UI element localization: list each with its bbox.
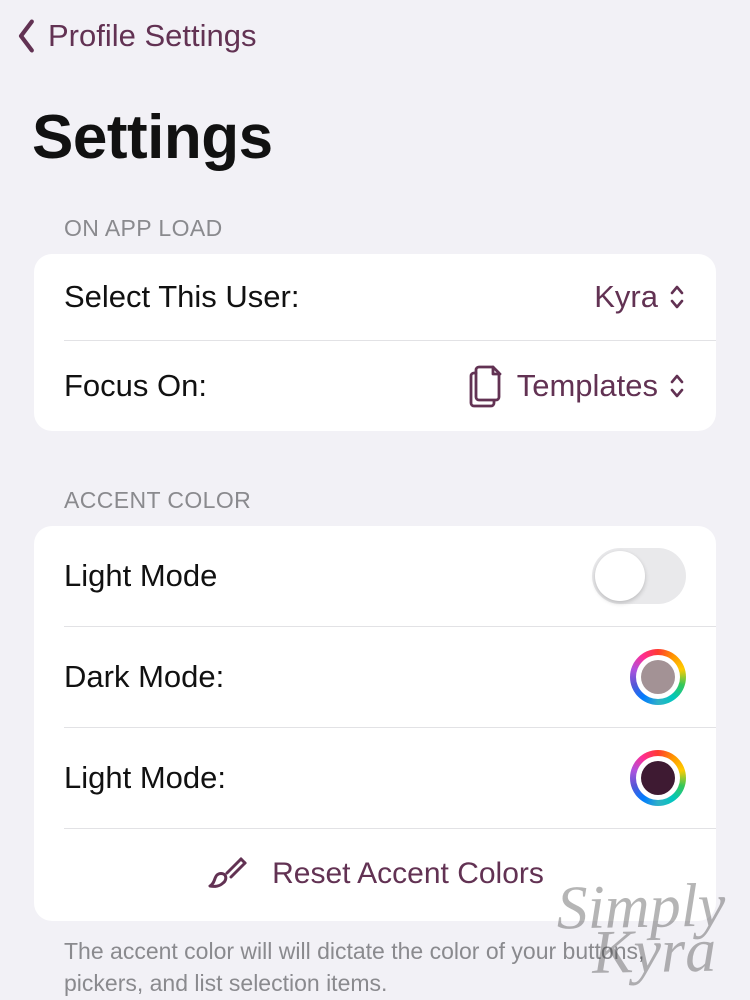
focus-on-value: Templates <box>517 368 658 404</box>
card-accent: Light Mode Dark Mode: Light Mode: <box>34 526 716 921</box>
section-header-accent: ACCENT COLOR <box>34 487 716 526</box>
light-mode-color-picker[interactable] <box>630 750 686 806</box>
documents-icon <box>465 363 507 409</box>
dark-mode-label: Dark Mode: <box>64 659 224 695</box>
accent-footer-text: The accent color will will dictate the c… <box>34 921 716 999</box>
row-dark-mode-color: Dark Mode: <box>34 627 716 727</box>
reset-accent-button[interactable]: Reset Accent Colors <box>34 829 716 921</box>
card-on-app-load: Select This User: Kyra Focus On: <box>34 254 716 431</box>
light-mode-swatch <box>641 761 675 795</box>
select-user-picker[interactable]: Kyra <box>594 279 686 315</box>
select-user-label: Select This User: <box>64 279 299 315</box>
nav-header: Profile Settings <box>0 0 750 72</box>
page-title: Settings <box>0 72 750 215</box>
light-mode-label: Light Mode: <box>64 760 226 796</box>
dark-mode-swatch <box>641 660 675 694</box>
back-chevron-icon[interactable] <box>14 18 40 54</box>
row-focus-on: Focus On: Templates <box>34 341 716 431</box>
paintbrush-icon <box>206 853 248 895</box>
light-mode-toggle[interactable] <box>592 548 686 604</box>
updown-icon <box>668 283 686 311</box>
toggle-knob <box>595 551 645 601</box>
focus-on-picker[interactable]: Templates <box>465 363 686 409</box>
dark-mode-color-picker[interactable] <box>630 649 686 705</box>
row-light-mode-color: Light Mode: <box>34 728 716 828</box>
updown-icon <box>668 372 686 400</box>
section-header-on-app-load: ON APP LOAD <box>34 215 716 254</box>
reset-accent-label: Reset Accent Colors <box>272 857 544 891</box>
breadcrumb[interactable]: Profile Settings <box>48 18 257 54</box>
select-user-value: Kyra <box>594 279 658 315</box>
focus-on-label: Focus On: <box>64 368 207 404</box>
light-mode-toggle-label: Light Mode <box>64 558 217 594</box>
section-accent-color: ACCENT COLOR Light Mode Dark Mode: Light… <box>0 487 750 999</box>
section-on-app-load: ON APP LOAD Select This User: Kyra Focus… <box>0 215 750 431</box>
row-light-mode-toggle: Light Mode <box>34 526 716 626</box>
row-select-user: Select This User: Kyra <box>34 254 716 340</box>
